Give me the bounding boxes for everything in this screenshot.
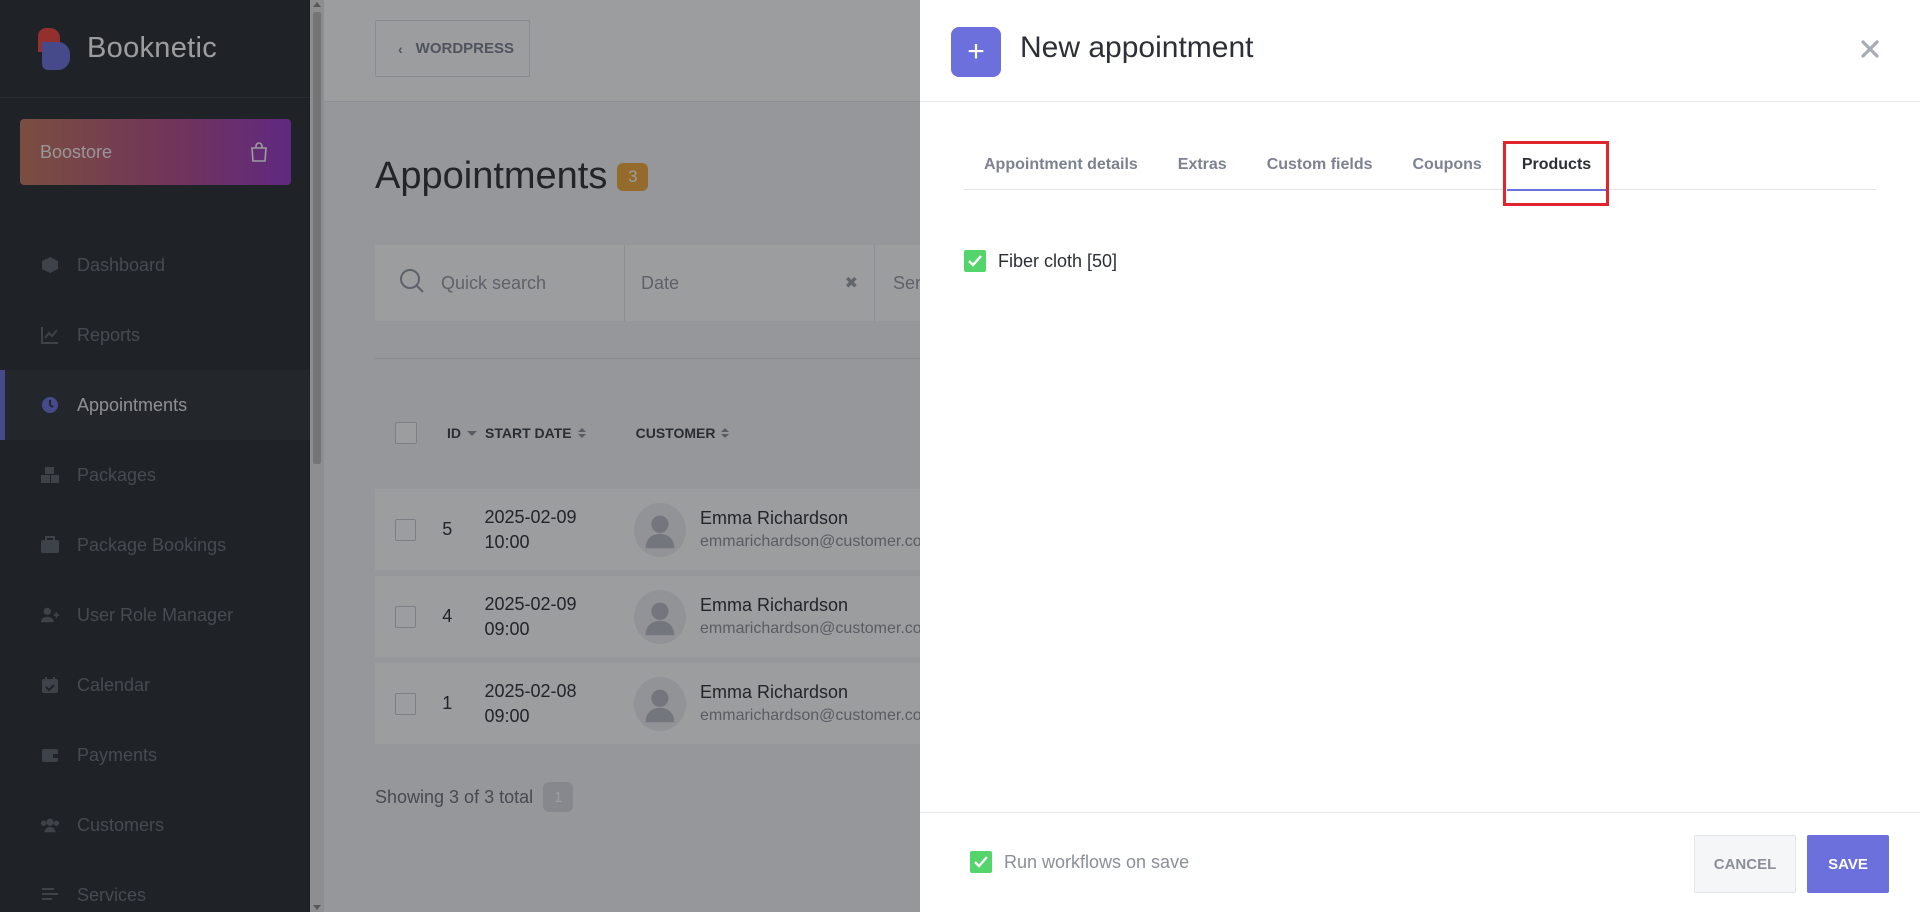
plus-icon: + [951,27,1001,77]
panel-footer: Run workflows on save CANCEL SAVE [920,812,1920,912]
cancel-button[interactable]: CANCEL [1694,835,1796,893]
save-button[interactable]: SAVE [1807,835,1889,893]
product-checkbox[interactable] [964,250,986,272]
panel-title: New appointment [1020,31,1254,64]
modal-backdrop[interactable] [0,0,920,912]
run-workflows-label: Run workflows on save [1004,851,1190,872]
tab-coupons[interactable]: Coupons [1393,140,1502,190]
close-icon[interactable] [1856,35,1884,63]
product-option[interactable]: Fiber cloth [50] [964,250,1117,272]
panel-header: + New appointment [920,0,1920,102]
tab-appointment-details[interactable]: Appointment details [964,140,1158,190]
tab-extras[interactable]: Extras [1158,140,1247,190]
new-appointment-panel: + New appointment Appointment details Ex… [920,0,1920,912]
tab-products[interactable]: Products [1502,140,1611,191]
run-workflows-option[interactable]: Run workflows on save [970,851,1189,873]
run-workflows-checkbox[interactable] [970,851,992,873]
product-label: Fiber cloth [50] [998,250,1118,271]
panel-tabs: Appointment details Extras Custom fields… [964,140,1876,191]
tab-custom-fields[interactable]: Custom fields [1247,140,1393,190]
